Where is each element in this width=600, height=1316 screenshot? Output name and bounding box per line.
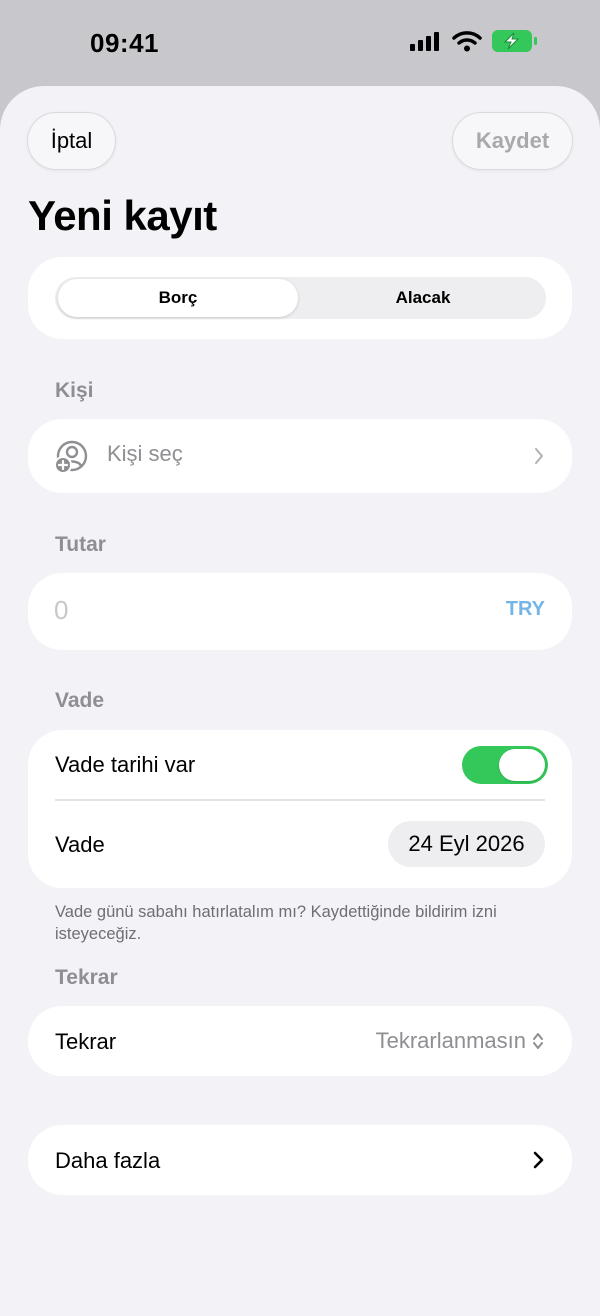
chevron-up-down-icon (533, 1033, 543, 1049)
due-date-label: Vade (55, 832, 105, 857)
battery-charging-icon (492, 30, 537, 52)
cellular-signal-icon (410, 32, 439, 51)
person-add-icon (54, 440, 88, 474)
wifi-icon (452, 31, 482, 52)
new-record-sheet: İptal Kaydet Yeni kayıt Borç Alacak Kişi… (0, 86, 600, 1316)
due-toggle-label: Vade tarihi var (55, 752, 196, 777)
due-date-toggle[interactable] (462, 746, 548, 784)
repeat-value: Tekrarlanmasın (375, 1028, 526, 1053)
currency-button[interactable]: TRY (506, 598, 545, 621)
more-options-row[interactable]: Daha fazla (28, 1125, 572, 1195)
repeat-section-label: Tekrar (55, 966, 118, 989)
row-divider (55, 799, 545, 801)
repeat-row[interactable]: Tekrar Tekrarlanmasın (28, 1006, 572, 1076)
person-picker-row[interactable]: Kişi seç (28, 419, 572, 493)
person-section-label: Kişi (55, 379, 94, 402)
type-segmented-control: Borç Alacak (55, 277, 546, 319)
type-segment-card: Borç Alacak (28, 257, 572, 339)
amount-field[interactable]: 0 TRY (28, 573, 572, 650)
status-bar: 09:41 (0, 0, 600, 86)
save-button[interactable]: Kaydet (452, 112, 573, 170)
reminder-footnote: Vade günü sabahı hatırlatalım mı? Kaydet… (55, 903, 497, 943)
toggle-knob (499, 749, 545, 781)
amount-input[interactable]: 0 (54, 595, 68, 626)
due-section-label: Vade (55, 689, 105, 712)
chevron-right-icon (533, 1151, 544, 1169)
status-time: 09:41 (90, 28, 159, 58)
amount-section-label: Tutar (55, 533, 106, 556)
more-label: Daha fazla (55, 1148, 161, 1173)
page-title: Yeni kayıt (28, 192, 217, 239)
person-placeholder: Kişi seç (107, 441, 183, 466)
chevron-right-icon (535, 448, 543, 464)
cancel-button[interactable]: İptal (27, 112, 116, 170)
status-icons (410, 30, 538, 52)
repeat-picker[interactable]: Tekrarlanmasın (376, 1028, 544, 1054)
due-date-picker[interactable]: 24 Eyl 2026 (388, 821, 545, 867)
due-card: Vade tarihi var Vade 24 Eyl 2026 (28, 730, 572, 888)
segment-debt[interactable]: Borç (58, 279, 298, 317)
segment-credit[interactable]: Alacak (303, 279, 543, 317)
repeat-label: Tekrar (55, 1029, 117, 1054)
